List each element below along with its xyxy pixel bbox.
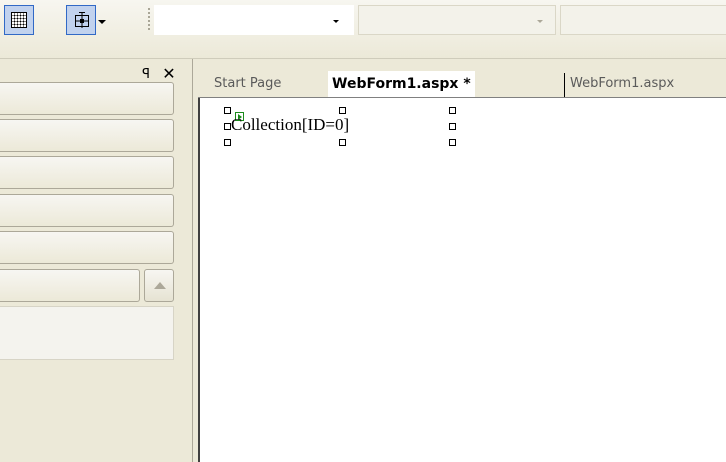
tool-pane-row[interactable] (0, 156, 174, 189)
chevron-down-icon[interactable] (333, 20, 339, 23)
design-surface[interactable]: Collection[ID=0] (198, 98, 726, 462)
tool-pane-row[interactable] (0, 194, 174, 227)
resize-handle-left[interactable] (224, 123, 231, 130)
toolbar-separator (148, 8, 150, 32)
chevron-down-icon[interactable] (537, 20, 543, 23)
tool-pane-row[interactable] (0, 231, 174, 264)
tool-pane-row[interactable] (0, 119, 174, 152)
tool-pane-row[interactable] (0, 82, 174, 115)
tool-pane-row[interactable] (0, 269, 140, 302)
resize-handle-top-left[interactable] (224, 107, 231, 114)
tab-webform1-modified[interactable]: WebForm1.aspx * (328, 71, 475, 97)
document-tabs: Start Page WebForm1.aspx * WebForm1.aspx (198, 59, 726, 98)
block-format-combo[interactable] (154, 5, 354, 35)
snap-to-grid-button[interactable] (66, 5, 96, 35)
scroll-up-button[interactable] (144, 269, 174, 302)
tool-pane: ꟼ ✕ (0, 59, 193, 462)
snap-to-grid-icon (75, 12, 89, 28)
show-grid-button[interactable] (4, 5, 34, 35)
pin-icon[interactable]: ꟼ (140, 68, 152, 82)
tab-start-page[interactable]: Start Page (210, 71, 285, 97)
resize-handle-bottom-left[interactable] (224, 139, 231, 146)
scroll-up-icon (154, 282, 166, 289)
toolbar (0, 0, 726, 59)
font-name-combo[interactable] (358, 5, 556, 35)
collection-control[interactable]: Collection[ID=0] (231, 113, 349, 137)
resize-handle-top-right[interactable] (449, 107, 456, 114)
tab-webform1[interactable]: WebForm1.aspx (566, 71, 678, 97)
resize-handle-bottom-right[interactable] (449, 139, 456, 146)
resize-handle-right[interactable] (449, 123, 456, 130)
grid-icon (11, 12, 27, 28)
font-size-combo[interactable] (560, 5, 726, 35)
tab-divider (564, 73, 565, 97)
resize-handle-bottom[interactable] (339, 139, 346, 146)
tool-pane-content (0, 306, 174, 360)
snap-dropdown-arrow-icon[interactable] (98, 20, 106, 24)
close-icon[interactable]: ✕ (161, 65, 177, 83)
